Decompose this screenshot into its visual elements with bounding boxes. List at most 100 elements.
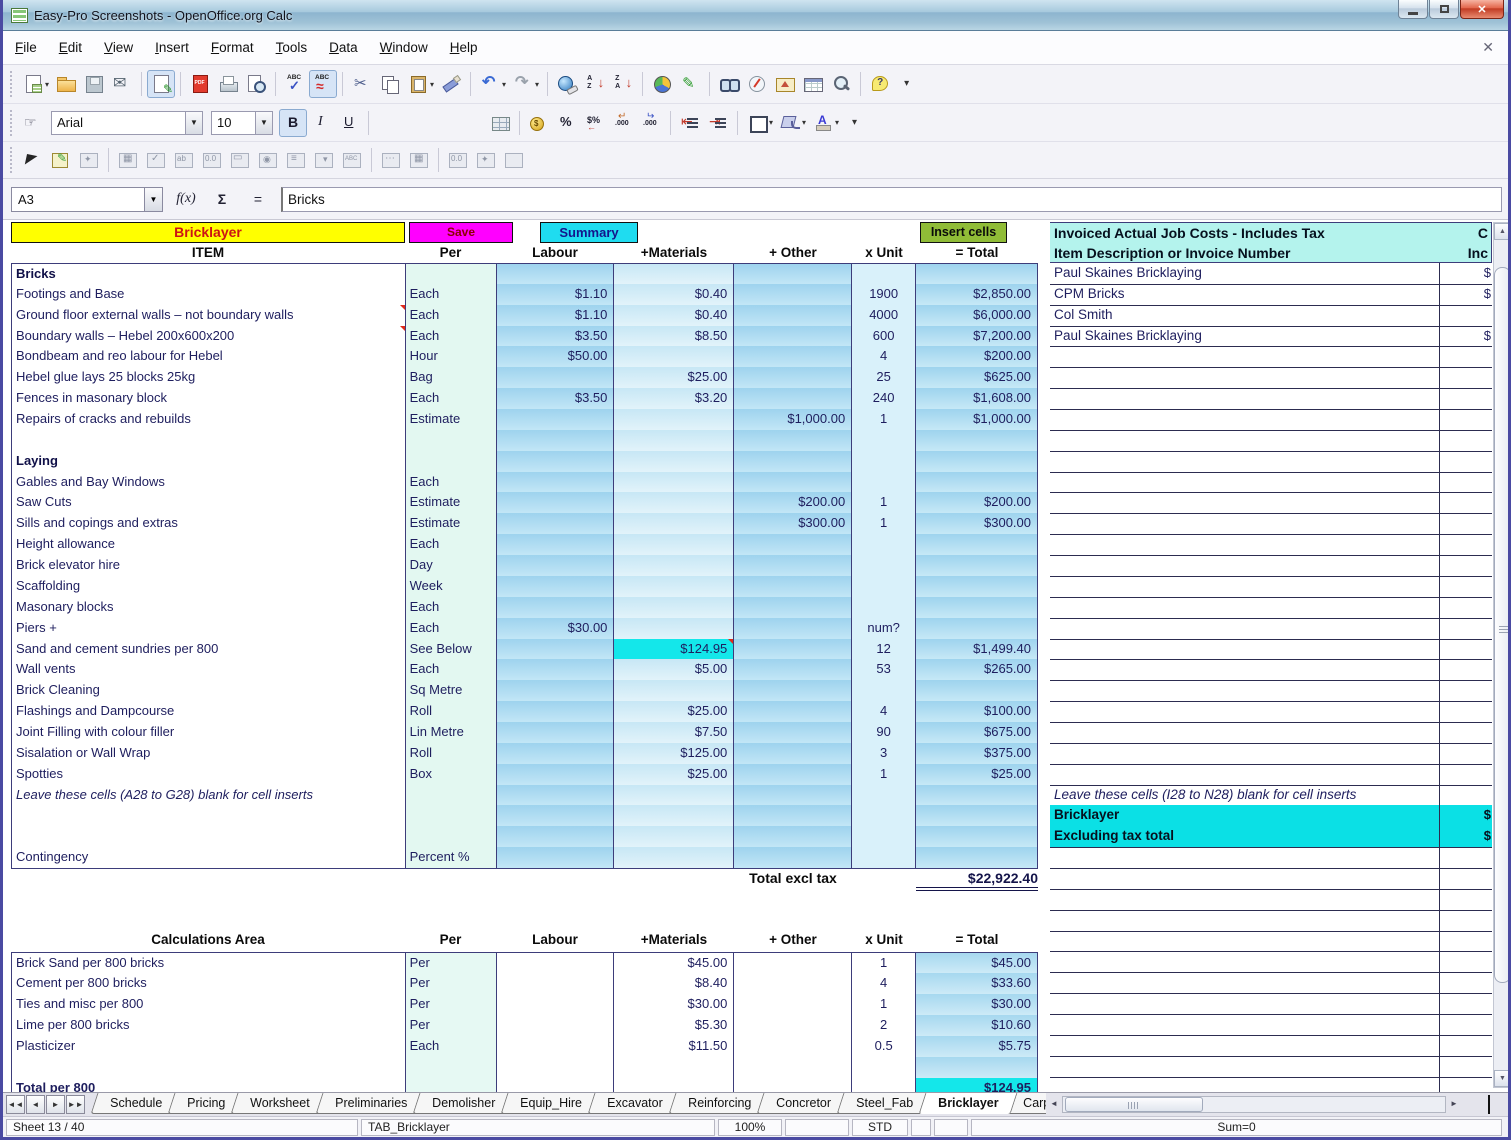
cell-total[interactable] bbox=[916, 680, 1039, 703]
status-page-style[interactable]: TAB_Bricklayer bbox=[361, 1118, 715, 1136]
invoice-description-cell[interactable]: Leave these cells (I28 to N28) blank for… bbox=[1050, 784, 1440, 807]
chart-button[interactable] bbox=[648, 70, 676, 98]
invoice-description-cell[interactable] bbox=[1050, 930, 1440, 953]
cell-total[interactable]: $25.00 bbox=[916, 763, 1039, 786]
cell-other[interactable] bbox=[734, 763, 853, 786]
invoice-description-cell[interactable] bbox=[1050, 492, 1440, 515]
cell-total[interactable] bbox=[916, 263, 1039, 285]
chevron-down-icon[interactable]: ▼ bbox=[144, 187, 162, 211]
vertical-scrollbar-thumb[interactable] bbox=[1494, 267, 1508, 983]
cell-materials[interactable]: $0.40 bbox=[614, 283, 735, 306]
cell-item[interactable]: Footings and Base bbox=[12, 283, 406, 306]
cell-item[interactable]: Sand and cement sundries per 800 bbox=[12, 638, 406, 661]
invoice-inc-tax-cell[interactable] bbox=[1440, 680, 1492, 703]
cell-unit[interactable] bbox=[852, 784, 917, 807]
cell-materials[interactable] bbox=[614, 429, 735, 452]
next-sheet-button[interactable]: ► bbox=[46, 1095, 65, 1114]
tab-scroll-right-button[interactable]: ► bbox=[1446, 1095, 1462, 1113]
cell-labour[interactable] bbox=[496, 450, 615, 473]
align-right-button[interactable] bbox=[430, 109, 458, 137]
number-standard-button[interactable] bbox=[581, 109, 609, 137]
cell-labour[interactable] bbox=[496, 367, 615, 390]
cell-labour[interactable] bbox=[496, 409, 615, 431]
cell-materials[interactable] bbox=[614, 534, 735, 557]
cell-labour[interactable] bbox=[496, 659, 615, 682]
form-design-button[interactable] bbox=[405, 146, 433, 174]
cell-per[interactable]: Per bbox=[405, 952, 497, 974]
cell-labour[interactable] bbox=[496, 575, 615, 598]
cell-per[interactable]: See Below bbox=[405, 638, 497, 661]
cell-other[interactable] bbox=[734, 784, 853, 807]
first-sheet-button[interactable]: ◄◄ bbox=[6, 1095, 25, 1114]
invoice-description-cell[interactable] bbox=[1050, 367, 1440, 390]
invoice-description-cell[interactable] bbox=[1050, 429, 1440, 452]
scroll-up-button[interactable]: ▲ bbox=[1494, 223, 1508, 240]
cell-item[interactable]: Repairs of cracks and rebuilds bbox=[12, 409, 406, 431]
more-button[interactable] bbox=[842, 109, 870, 137]
cell-other[interactable] bbox=[734, 555, 853, 577]
cell-unit[interactable] bbox=[852, 263, 917, 285]
cell-per[interactable] bbox=[405, 263, 497, 285]
cell-item[interactable]: Brick Sand per 800 bricks bbox=[12, 952, 406, 974]
cell-other[interactable] bbox=[734, 721, 853, 744]
invoice-description-cell[interactable] bbox=[1050, 951, 1440, 974]
cell-materials[interactable] bbox=[614, 409, 735, 431]
cell-per[interactable]: Each bbox=[405, 659, 497, 682]
cell-unit[interactable] bbox=[852, 534, 917, 557]
cell-per[interactable] bbox=[405, 826, 497, 849]
invoice-description-cell[interactable] bbox=[1050, 534, 1440, 557]
cell-total[interactable]: $30.00 bbox=[916, 994, 1039, 1016]
invoice-inc-tax-cell[interactable] bbox=[1440, 430, 1492, 452]
cell-per[interactable]: Hour bbox=[405, 346, 497, 369]
add-decimal-button[interactable] bbox=[609, 109, 637, 137]
cell-labour[interactable] bbox=[496, 1036, 615, 1058]
chevron-down-icon[interactable]: ▼ bbox=[255, 111, 272, 134]
cell-item[interactable]: Lime per 800 bricks bbox=[12, 1015, 406, 1037]
save-button[interactable]: Save bbox=[409, 222, 513, 243]
cell-per[interactable] bbox=[405, 784, 497, 807]
cell-item[interactable]: Bondbeam and reo labour for Hebel bbox=[12, 346, 406, 369]
cell-other[interactable] bbox=[734, 994, 853, 1016]
invoice-inc-tax-cell[interactable] bbox=[1440, 1056, 1492, 1078]
formatted-field-button[interactable] bbox=[444, 146, 472, 174]
invoice-description-cell[interactable] bbox=[1050, 1055, 1440, 1078]
invoice-inc-tax-cell[interactable]: $ bbox=[1440, 326, 1492, 348]
wizard-button[interactable] bbox=[472, 146, 500, 174]
design-mode-button[interactable] bbox=[47, 146, 75, 174]
chevron-down-icon[interactable]: ▾ bbox=[502, 80, 506, 89]
invoice-description-cell[interactable] bbox=[1050, 742, 1440, 765]
cell-total[interactable] bbox=[916, 534, 1039, 557]
cell-total[interactable] bbox=[916, 1057, 1039, 1079]
cell-per[interactable] bbox=[405, 805, 497, 828]
cell-item[interactable]: Saw Cuts bbox=[12, 492, 406, 515]
cell-per[interactable]: Each bbox=[405, 534, 497, 557]
invoice-description-cell[interactable] bbox=[1050, 847, 1440, 869]
cell-materials[interactable] bbox=[614, 492, 735, 515]
cell-item[interactable] bbox=[12, 429, 406, 452]
chevron-down-icon[interactable]: ▼ bbox=[185, 111, 202, 134]
cell-materials[interactable] bbox=[614, 346, 735, 369]
cell-unit[interactable]: 4 bbox=[852, 701, 917, 723]
cell-labour[interactable] bbox=[496, 429, 615, 452]
cell-total[interactable] bbox=[916, 784, 1039, 807]
chevron-down-icon[interactable]: ▾ bbox=[835, 118, 839, 127]
cell-other[interactable] bbox=[734, 596, 853, 619]
cell-unit[interactable]: 600 bbox=[852, 325, 917, 348]
invoice-description-cell[interactable] bbox=[1050, 701, 1440, 723]
cell-unit[interactable]: 3 bbox=[852, 742, 917, 765]
invoice-inc-tax-cell[interactable] bbox=[1440, 409, 1492, 431]
invoice-description-cell[interactable] bbox=[1050, 409, 1440, 431]
cell-per[interactable]: Bag bbox=[405, 367, 497, 390]
cell-total[interactable] bbox=[916, 847, 1039, 869]
invoice-description-cell[interactable] bbox=[1050, 659, 1440, 682]
cell-other[interactable] bbox=[734, 534, 853, 557]
cell-item[interactable]: Flashings and Dampcourse bbox=[12, 701, 406, 723]
italic-button[interactable] bbox=[307, 109, 335, 137]
cell-materials[interactable]: $8.50 bbox=[614, 325, 735, 348]
combo-box-button[interactable] bbox=[310, 146, 338, 174]
chevron-down-icon[interactable]: ▾ bbox=[430, 80, 434, 89]
tab-bricklayer[interactable]: Bricklayer bbox=[918, 1093, 1018, 1114]
align-center-button[interactable] bbox=[402, 109, 430, 137]
cell-materials[interactable] bbox=[614, 1078, 735, 1092]
cell-item[interactable]: Laying bbox=[12, 450, 406, 473]
